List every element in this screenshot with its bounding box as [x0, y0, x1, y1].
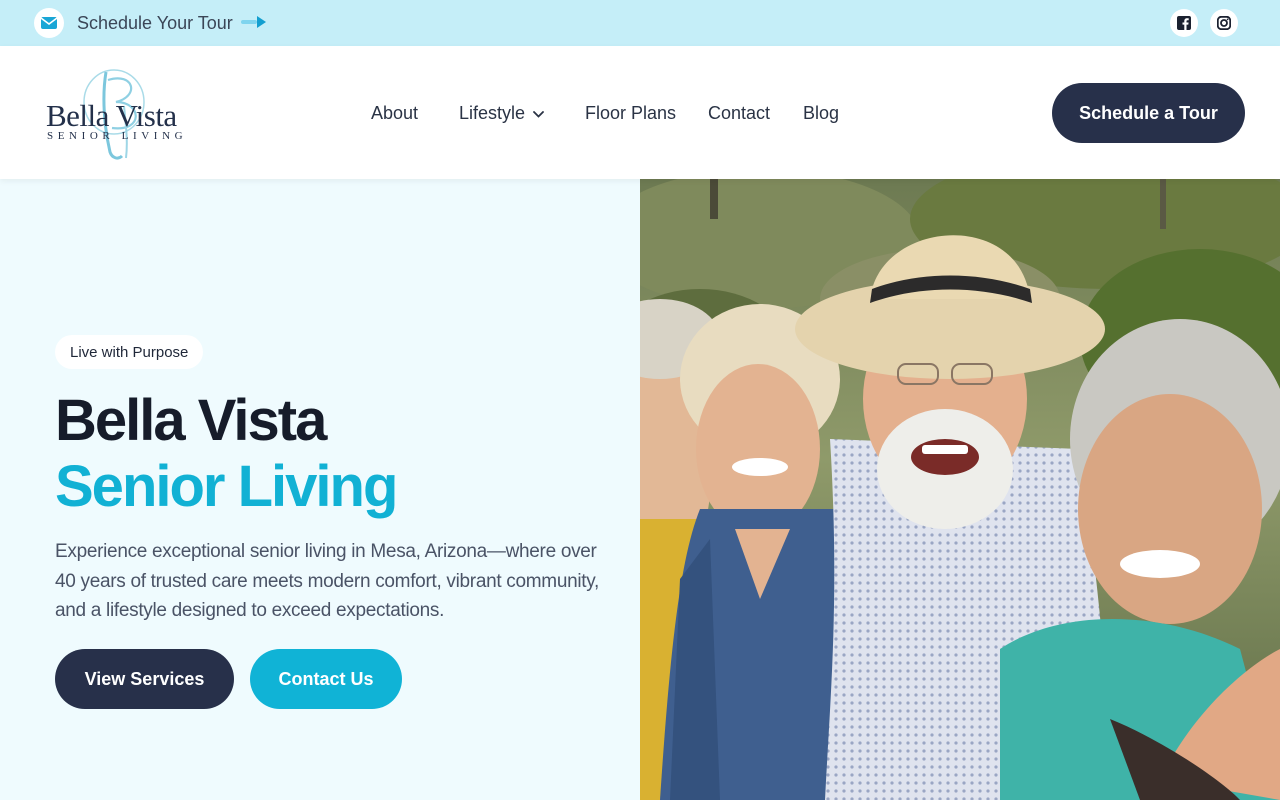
hero-content: Live with Purpose Bella Vista Senior Liv… [0, 179, 640, 800]
site-header: Bella Vista SENIOR LIVING About Lifestyl… [0, 46, 1280, 179]
logo[interactable]: Bella Vista SENIOR LIVING [44, 66, 196, 162]
arrow-right-icon[interactable] [241, 15, 267, 34]
hero-image [640, 179, 1280, 800]
logo-brand-text: Bella Vista [46, 98, 177, 133]
mail-icon[interactable] [34, 8, 64, 38]
chevron-down-icon [533, 110, 544, 118]
nav-item-about[interactable]: About [371, 101, 418, 125]
hero-description: Experience exceptional senior living in … [55, 541, 600, 621]
hero-badge: Live with Purpose [55, 335, 204, 369]
facebook-icon[interactable] [1170, 9, 1198, 37]
nav-item-contact[interactable]: Contact [708, 101, 770, 125]
nav-item-lifestyle[interactable]: Lifestyle [459, 101, 544, 125]
nav-item-lifestyle-label: Lifestyle [459, 103, 526, 123]
logo-subtitle-text: SENIOR LIVING [47, 130, 188, 142]
hero-title-line1: Bella Vista [55, 388, 327, 453]
instagram-icon[interactable] [1210, 9, 1238, 37]
contact-us-button[interactable]: Contact Us [250, 649, 402, 709]
nav-item-floor-plans[interactable]: Floor Plans [585, 101, 676, 125]
hero-title-line2: Senior Living [55, 454, 398, 519]
schedule-tour-link[interactable]: Schedule Your Tour [77, 12, 233, 34]
top-bar: Schedule Your Tour [0, 0, 1280, 46]
nav-item-blog[interactable]: Blog [803, 101, 839, 125]
view-services-button[interactable]: View Services [55, 649, 234, 709]
schedule-tour-button[interactable]: Schedule a Tour [1052, 83, 1245, 143]
